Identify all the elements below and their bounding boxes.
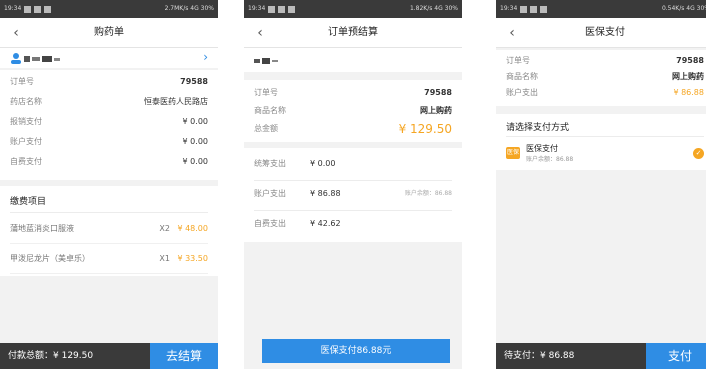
total-label: 付款总额：¥ 129.50 [8,351,94,361]
status-bar: 19:34 0.54K/s 4G 30% [496,0,706,18]
info-row: 报销支付 ¥ 0.00 [10,117,208,126]
chevron-right-icon: › [203,50,208,64]
info-row: 总金额 ¥ 129.50 [254,122,452,136]
insurance-card-icon: 医保 [506,147,520,159]
order-info-card: 订单号 79588 药店名称 恒泰医药人民路店 报销支付 ¥ 0.00 账户支付 ¥ 0… [0,70,218,180]
info-row: 商品名称 网上购药 [506,72,704,81]
info-row: 订单号 79588 [10,77,208,86]
payment-method-card: 请选择支付方式 医保 医保支付 账户余额：86.88 ✓ [496,114,706,170]
nav-bar: ‹ 医保支付 [496,18,706,48]
status-time: 19:34 [248,5,266,12]
info-row: 药店名称 恒泰医药人民路店 [10,97,208,106]
info-row: 订单号 79588 [254,88,452,97]
status-indicators: 1.82K/s 4G 30% [409,5,458,12]
breakdown-row: 账户支出 ¥ 86.88 账户余额：86.88 [254,189,452,198]
breakdown-row: 统筹支出 ¥ 0.00 [254,159,336,168]
pay-button[interactable]: 支付 [646,343,706,369]
status-time: 19:34 [500,5,518,12]
order-info-card: 订单号 79588 商品名称 网上购药 账户支出 ¥ 86.88 [496,50,706,106]
user-icon [11,53,21,64]
screen-insurance-payment: 19:34 0.54K/s 4G 30% ‹ 医保支付 订单号 79588 商品名… [496,0,706,369]
section-title: 缴费项目 [10,197,47,207]
breakdown-row: 自费支出 ¥ 42.62 [254,219,341,228]
order-info-card: 订单号 79588 商品名称 网上购药 总金额 ¥ 129.50 [244,80,462,142]
list-item[interactable]: 蒲地蓝消炎口服液 X2 ¥ 48.00 [10,214,208,244]
pending-amount-label: 待支付：¥ 86.88 [504,351,575,361]
check-icon: ✓ [693,148,704,159]
status-bar: 19:34 1.82K/s 4G 30% [244,0,462,18]
checkout-footer: 付款总额：¥ 129.50 去结算 [0,343,218,369]
pay-footer: 待支付：¥ 86.88 支付 [496,343,706,369]
info-row: 自费支付 ¥ 0.00 [10,157,208,166]
checkout-button[interactable]: 去结算 [150,343,218,369]
info-row: 商品名称 网上购药 [254,106,452,115]
info-row: 订单号 79588 [506,56,704,65]
medical-insurance-pay-button[interactable]: 医保支付86.88元 [262,339,450,363]
nav-bar: ‹ 购药单 [0,18,218,48]
payment-option-insurance[interactable]: 医保 医保支付 账户余额：86.88 ✓ [496,138,706,168]
screen-pre-settlement: 19:34 1.82K/s 4G 30% ‹ 订单预结算 订单号 79588 商品… [244,0,462,369]
status-bar: 19:34 2.7MK/s 4G 30% [0,0,218,18]
redacted-name-image [254,58,278,64]
info-row: 账户支付 ¥ 0.00 [10,137,208,146]
info-row: 账户支出 ¥ 86.88 [506,88,704,97]
items-card: 缴费项目 蒲地蓝消炎口服液 X2 ¥ 48.00 甲泼尼龙片（美卓乐） X1 ¥ 33.… [0,186,218,276]
user-row [244,48,462,72]
screen-shopping-list: 19:34 2.7MK/s 4G 30% ‹ 购药单 › 订单号 79588 药店… [0,0,218,369]
redacted-name-image [24,56,60,62]
payment-breakdown-card: 统筹支出 ¥ 0.00 账户支出 ¥ 86.88 账户余额：86.88 自费支出 ¥ 4… [244,148,462,242]
status-indicators: 2.7MK/s 4G 30% [164,5,214,12]
nav-bar: ‹ 订单预结算 [244,18,462,48]
status-time: 19:34 [4,5,22,12]
status-indicators: 0.54K/s 4G 30% [661,5,706,12]
user-row[interactable]: › [0,48,218,68]
page-title: 购药单 [94,27,124,38]
payment-method-balance: 账户余额：86.88 [526,156,574,163]
page-title: 医保支付 [585,27,625,38]
page-title: 订单预结算 [328,27,378,38]
list-item[interactable]: 甲泼尼龙片（美卓乐） X1 ¥ 33.50 [10,244,208,274]
section-title: 请选择支付方式 [506,123,570,133]
payment-method-name: 医保支付 [526,144,558,153]
